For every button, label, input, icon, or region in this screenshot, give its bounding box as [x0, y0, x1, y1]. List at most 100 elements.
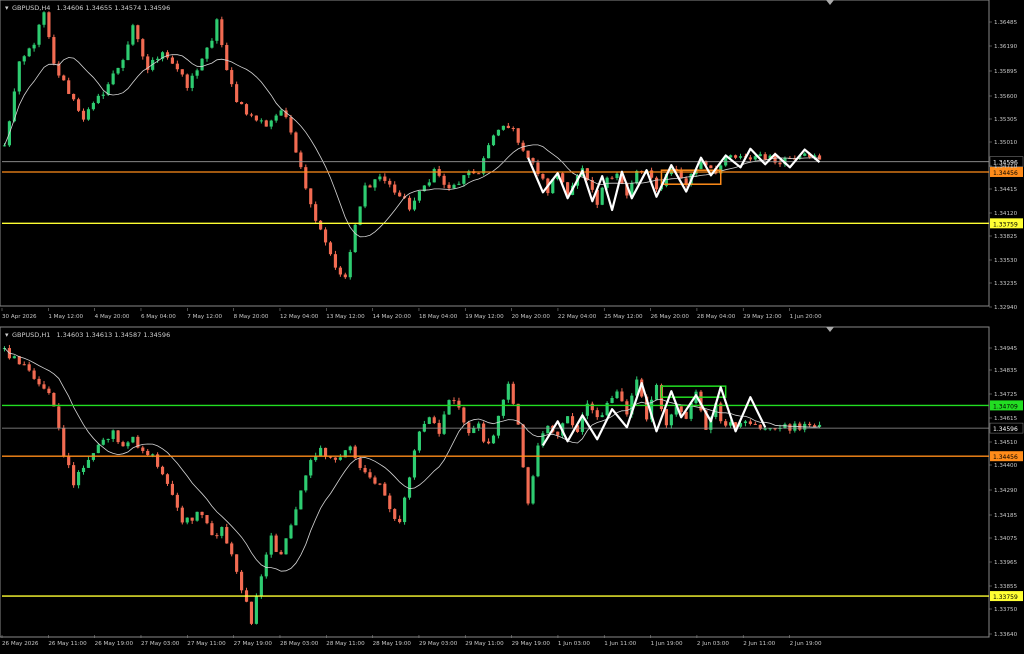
plot-area[interactable]	[0, 0, 990, 307]
candle-body	[496, 415, 501, 436]
x-tick-label: 1 May 12:00	[48, 314, 83, 320]
candle-body	[200, 511, 204, 516]
chart-panel-h4[interactable]: 1.345961.344561.337591.364851.361901.358…	[0, 0, 1024, 320]
candle-body	[427, 417, 431, 424]
y-tick-label: 1.35010	[994, 140, 1018, 146]
candle-body	[314, 204, 318, 221]
candle-body	[254, 115, 258, 121]
candle	[328, 241, 333, 256]
candle-body	[615, 173, 619, 179]
candle	[220, 16, 224, 48]
candle-body	[72, 465, 76, 486]
collapse-icon[interactable]: ▾	[5, 331, 9, 339]
chart-panel-h1[interactable]: 1.34596 1.34709 1.34456 1.33759 1.34945 1.348…	[0, 326, 1024, 647]
x-tick-label: 2 Jun 03:00	[697, 641, 729, 647]
candle	[412, 449, 417, 480]
candle-body	[175, 63, 179, 70]
candle-body	[432, 169, 436, 183]
candle	[180, 505, 184, 525]
y-tick-label: 1.34945	[994, 346, 1018, 352]
candle	[259, 574, 263, 599]
x-tick-label: 30 Apr 2026	[2, 314, 37, 320]
candle-body	[620, 391, 624, 402]
x-tick-label: 2 Jun 11:00	[743, 641, 775, 647]
candle-body	[729, 155, 733, 158]
candle-body	[47, 388, 51, 394]
candle-body	[269, 535, 273, 555]
candle	[200, 58, 204, 71]
candle	[422, 185, 426, 192]
plot-area[interactable]	[0, 326, 990, 638]
candle-body	[442, 414, 446, 434]
level-label: 1.33759	[993, 594, 1018, 601]
candle	[358, 206, 362, 226]
candle	[52, 392, 56, 407]
candle-body	[72, 93, 76, 100]
candle-body	[348, 446, 352, 451]
candle-body	[323, 229, 328, 243]
candle-body	[358, 206, 362, 225]
candle-body	[477, 173, 481, 175]
candle-body	[368, 185, 372, 188]
candle-body	[52, 393, 56, 407]
candle-body	[393, 509, 397, 519]
candle-body	[284, 538, 288, 555]
candle-body	[348, 252, 352, 278]
y-tick-label: 1.34710	[994, 164, 1018, 170]
candle-body	[299, 152, 303, 168]
candle-body	[743, 421, 748, 424]
candle-body	[22, 56, 26, 62]
x-tick-label: 1 Jun 11:00	[604, 641, 636, 647]
candle-body	[27, 364, 31, 371]
candle-body	[323, 447, 328, 457]
candle-body	[37, 378, 41, 385]
candle-body	[294, 509, 298, 526]
candle-body	[615, 391, 619, 398]
candle	[37, 23, 41, 48]
candle-body	[91, 102, 95, 110]
candle-body	[328, 242, 333, 255]
x-tick-label: 1 Jun 19:00	[651, 641, 683, 647]
chart-title: GBPUSD,H1 1.34603 1.34613 1.34587 1.3459…	[12, 331, 170, 339]
candle	[235, 554, 239, 574]
candle	[156, 452, 160, 469]
y-tick-label: 1.34075	[994, 536, 1018, 542]
candle-body	[116, 430, 120, 443]
y-tick-label: 1.34835	[994, 368, 1018, 374]
candle	[289, 523, 293, 540]
candle	[442, 411, 446, 435]
candle-body	[333, 457, 338, 460]
y-tick-label: 1.33530	[994, 258, 1018, 264]
candle-body	[205, 47, 209, 59]
candle-body	[511, 383, 515, 404]
candle-body	[753, 423, 757, 425]
candle-body	[462, 175, 466, 184]
candle-body	[244, 104, 249, 115]
collapse-icon[interactable]: ▾	[5, 4, 9, 12]
candle-body	[81, 467, 86, 473]
candle	[141, 38, 145, 60]
candle	[205, 515, 209, 525]
candle	[304, 475, 308, 493]
candle-body	[156, 58, 160, 60]
x-tick-label: 6 May 04:00	[141, 314, 176, 320]
candle	[496, 129, 501, 137]
candle-body	[220, 527, 224, 536]
y-tick-label: 1.34185	[994, 513, 1018, 519]
candle	[264, 119, 268, 127]
candle	[27, 47, 31, 58]
x-tick-label: 25 May 12:00	[604, 314, 643, 320]
candle-body	[37, 24, 41, 45]
candle-body	[398, 192, 402, 197]
candle-body	[190, 75, 194, 88]
y-tick-label: 1.33825	[994, 234, 1018, 240]
candle-body	[447, 184, 451, 189]
candle	[353, 223, 357, 253]
y-tick-label: 1.33235	[994, 281, 1018, 287]
candle-body	[447, 400, 451, 415]
candle	[62, 425, 66, 458]
candle-body	[319, 447, 323, 456]
candle-body	[160, 466, 165, 475]
candle	[304, 164, 308, 190]
candle-body	[363, 467, 367, 473]
